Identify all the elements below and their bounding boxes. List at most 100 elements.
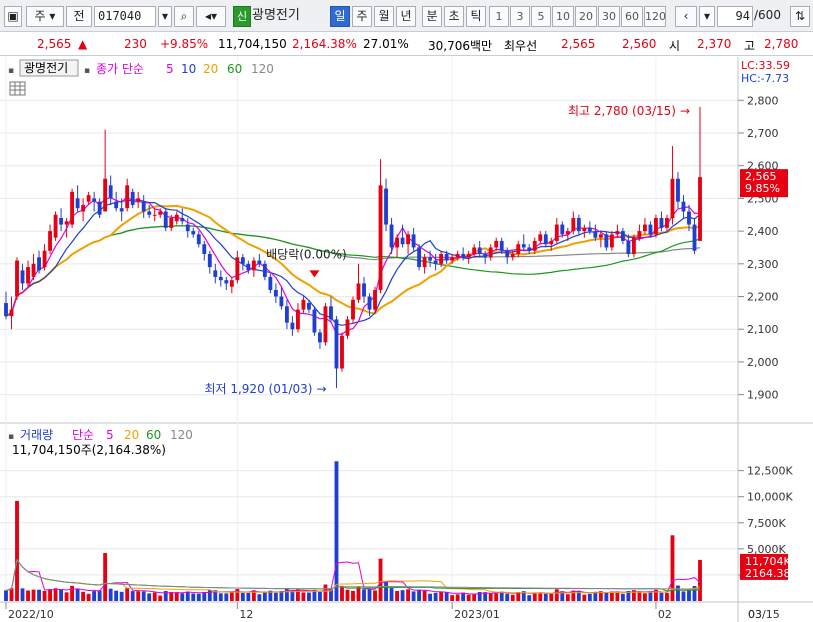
chevron-down-icon[interactable]: ▾ bbox=[699, 6, 715, 27]
page-count-input[interactable]: 94 bbox=[717, 6, 753, 27]
period-button[interactable]: 월 bbox=[374, 6, 394, 27]
volume-bar bbox=[196, 593, 201, 601]
volume-bar bbox=[262, 591, 267, 601]
scroll-left-button[interactable]: ‹ bbox=[675, 6, 697, 27]
candle-body bbox=[257, 260, 262, 264]
volume-bar bbox=[59, 589, 64, 601]
candle-body bbox=[620, 231, 625, 241]
volume-bar bbox=[257, 594, 262, 601]
candle-body bbox=[654, 218, 658, 235]
volume-bar bbox=[367, 589, 372, 601]
legend-bullet-icon: ▪ bbox=[84, 66, 90, 76]
candle-body bbox=[378, 185, 383, 290]
candle-body bbox=[20, 270, 25, 284]
chart-area[interactable]: 1,900 2,000 2,100 2,200 2,300 2,400 2,500 2,600… bbox=[0, 57, 813, 622]
chart-background bbox=[0, 57, 813, 622]
candle-body bbox=[631, 237, 636, 254]
volume-bar bbox=[455, 594, 460, 601]
volume-bar bbox=[246, 592, 251, 601]
candle-body bbox=[395, 237, 399, 248]
date-tick-label: 2022/10 bbox=[8, 608, 54, 621]
chevron-down-icon[interactable]: ▾ bbox=[158, 6, 172, 27]
volume-bar bbox=[81, 591, 86, 601]
period-button[interactable]: 년 bbox=[396, 6, 416, 27]
volume-bar bbox=[466, 594, 471, 601]
candle-body bbox=[417, 247, 422, 268]
interval-button[interactable]: 120 bbox=[644, 6, 666, 27]
interval-button[interactable]: 5 bbox=[531, 6, 551, 27]
candle-body bbox=[461, 254, 466, 258]
interval-button[interactable]: 1 bbox=[489, 6, 509, 27]
candle-body bbox=[384, 188, 388, 225]
period-button[interactable]: 주 bbox=[352, 6, 372, 27]
volume-bar bbox=[185, 591, 190, 601]
candle-body bbox=[543, 234, 548, 245]
candle-body bbox=[367, 296, 372, 310]
volume-bar bbox=[378, 558, 383, 601]
price-tick-label: 2,000 bbox=[747, 356, 779, 369]
volume-bar bbox=[9, 588, 14, 601]
price-tick-label: 2,800 bbox=[747, 94, 779, 107]
volume-bar bbox=[417, 589, 422, 601]
candle-body bbox=[312, 309, 317, 333]
volume-bar bbox=[158, 595, 163, 601]
volume-bar bbox=[218, 593, 223, 601]
quote-bar: 2,565 ▲ 230 +9.85% 11,704,150 2,164.38% … bbox=[0, 33, 813, 56]
candle-body bbox=[174, 214, 179, 222]
candle-body bbox=[373, 289, 377, 310]
volume-bar bbox=[301, 592, 306, 601]
candle-body bbox=[323, 306, 328, 343]
price-type-select[interactable]: 전 bbox=[66, 6, 92, 27]
candle-body bbox=[229, 280, 234, 287]
period-button[interactable]: 초 bbox=[444, 6, 464, 27]
volume-bar bbox=[582, 594, 587, 601]
candle-body bbox=[422, 257, 427, 268]
speaker-icon[interactable]: ◂▾ bbox=[196, 6, 226, 27]
volume-bar bbox=[86, 593, 91, 601]
candle-body bbox=[224, 280, 229, 284]
period-button[interactable]: 일 bbox=[330, 6, 350, 27]
volume-tick-label: 7,500K bbox=[747, 517, 786, 530]
ma10-legend: 10 bbox=[181, 62, 196, 76]
candle-body bbox=[665, 218, 669, 228]
candle-body bbox=[428, 257, 433, 261]
chart-settings-icon[interactable]: ⇅ bbox=[790, 6, 810, 27]
candle-body bbox=[439, 254, 444, 264]
volume-bar bbox=[488, 593, 493, 601]
market-select[interactable]: 주 ▾ bbox=[26, 6, 64, 27]
period-button[interactable]: 틱 bbox=[466, 6, 486, 27]
volume-bar bbox=[31, 589, 36, 601]
price-tick-label: 2,700 bbox=[747, 127, 779, 140]
interval-button[interactable]: 10 bbox=[552, 6, 574, 27]
candle-body bbox=[125, 185, 130, 209]
candle-body bbox=[246, 263, 251, 271]
volume-bar bbox=[681, 591, 686, 601]
window-icon[interactable]: ▣ bbox=[4, 6, 22, 27]
interval-button[interactable]: 60 bbox=[621, 6, 643, 27]
candle-body bbox=[571, 218, 576, 232]
current-price: 2,565 bbox=[37, 37, 72, 51]
stock-code-input[interactable]: 017040 bbox=[94, 6, 156, 27]
candle-body bbox=[180, 218, 185, 222]
search-icon[interactable]: ⌕ bbox=[174, 6, 194, 27]
interval-button[interactable]: 3 bbox=[510, 6, 530, 27]
candle-body bbox=[15, 260, 19, 297]
candle-body bbox=[207, 254, 212, 268]
candle-body bbox=[554, 224, 559, 241]
period-button[interactable]: 분 bbox=[422, 6, 442, 27]
candle-body bbox=[626, 240, 631, 254]
stock-chart[interactable]: 1,9002,0002,1002,2002,3002,4002,5002,600… bbox=[0, 57, 813, 622]
table-icon[interactable] bbox=[9, 81, 26, 96]
candle-body bbox=[356, 283, 361, 300]
volume-bar bbox=[119, 591, 124, 601]
candle-body bbox=[9, 309, 14, 317]
new-badge: 신 bbox=[233, 6, 251, 27]
volume-bar bbox=[141, 591, 146, 601]
interval-button[interactable]: 20 bbox=[575, 6, 597, 27]
candle-body bbox=[698, 177, 702, 241]
interval-button[interactable]: 30 bbox=[598, 6, 620, 27]
candle-body bbox=[477, 247, 482, 254]
candle-body bbox=[510, 254, 515, 258]
candle-body bbox=[565, 231, 570, 235]
candle-body bbox=[466, 254, 471, 258]
